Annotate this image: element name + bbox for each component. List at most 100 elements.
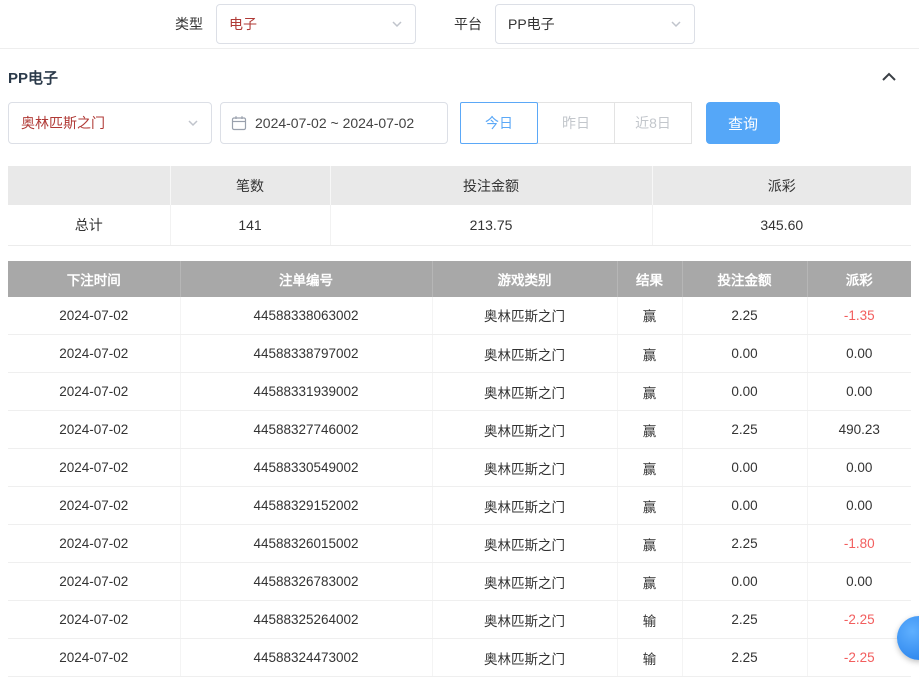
game-select-value: 奥林匹斯之门 bbox=[21, 113, 105, 133]
last-8-days-button[interactable]: 近8日 bbox=[614, 102, 692, 144]
platform-select[interactable]: PP电子 bbox=[495, 4, 695, 44]
bet-id-cell: 44588326783002 bbox=[180, 563, 432, 601]
game-select[interactable]: 奥林匹斯之门 bbox=[8, 102, 212, 144]
table-row: 2024-07-0244588329152002奥林匹斯之门赢0.000.00 bbox=[8, 487, 911, 525]
detail-table-body: 2024-07-0244588338063002奥林匹斯之门赢2.25-1.35… bbox=[8, 297, 911, 677]
payout-cell: -1.80 bbox=[807, 525, 911, 563]
payout-cell: 0.00 bbox=[807, 563, 911, 601]
table-row: 2024-07-0244588324473002奥林匹斯之门输2.25-2.25 bbox=[8, 639, 911, 677]
bet-id-cell: 44588331939002 bbox=[180, 373, 432, 411]
bet-time-cell: 2024-07-02 bbox=[8, 411, 180, 449]
bet-id-cell: 44588338063002 bbox=[180, 297, 432, 335]
header-payout: 派彩 bbox=[807, 261, 911, 297]
summary-total-bet-amount: 213.75 bbox=[330, 205, 652, 245]
game-type-cell: 奥林匹斯之门 bbox=[432, 297, 617, 335]
date-range-input[interactable]: 2024-07-02 ~ 2024-07-02 bbox=[220, 102, 448, 144]
type-label: 类型 bbox=[175, 14, 203, 34]
table-row: 2024-07-0244588338797002奥林匹斯之门赢0.000.00 bbox=[8, 335, 911, 373]
bet-amount-cell: 0.00 bbox=[682, 563, 807, 601]
table-row: 2024-07-0244588326783002奥林匹斯之门赢0.000.00 bbox=[8, 563, 911, 601]
bet-amount-cell: 2.25 bbox=[682, 601, 807, 639]
payout-cell: 0.00 bbox=[807, 449, 911, 487]
table-row: 2024-07-0244588327746002奥林匹斯之门赢2.25490.2… bbox=[8, 411, 911, 449]
platform-select-value: PP电子 bbox=[508, 14, 555, 34]
bet-id-cell: 44588324473002 bbox=[180, 639, 432, 677]
bet-id-cell: 44588330549002 bbox=[180, 449, 432, 487]
bet-id-cell: 44588326015002 bbox=[180, 525, 432, 563]
result-cell: 赢 bbox=[617, 563, 682, 601]
platform-label: 平台 bbox=[454, 14, 482, 34]
result-cell: 赢 bbox=[617, 449, 682, 487]
payout-cell: -1.35 bbox=[807, 297, 911, 335]
search-button[interactable]: 查询 bbox=[706, 102, 780, 144]
payout-cell: -2.25 bbox=[807, 601, 911, 639]
bet-amount-cell: 2.25 bbox=[682, 525, 807, 563]
type-select[interactable]: 电子 bbox=[216, 4, 416, 44]
bet-amount-cell: 0.00 bbox=[682, 335, 807, 373]
detail-table: 下注时间 注单编号 游戏类别 结果 投注金额 派彩 2024-07-024458… bbox=[8, 261, 911, 678]
date-range-value: 2024-07-02 ~ 2024-07-02 bbox=[255, 115, 414, 131]
game-type-cell: 奥林匹斯之门 bbox=[432, 335, 617, 373]
top-filter-bar: 类型 电子 平台 PP电子 bbox=[0, 0, 919, 49]
game-type-cell: 奥林匹斯之门 bbox=[432, 601, 617, 639]
bet-time-cell: 2024-07-02 bbox=[8, 297, 180, 335]
section-title: PP电子 bbox=[8, 67, 58, 88]
bet-amount-cell: 0.00 bbox=[682, 487, 807, 525]
chevron-down-icon bbox=[187, 117, 199, 129]
payout-cell: -2.25 bbox=[807, 639, 911, 677]
summary-total-row: 总计 141 213.75 345.60 bbox=[8, 205, 911, 245]
bet-time-cell: 2024-07-02 bbox=[8, 335, 180, 373]
header-bet-id: 注单编号 bbox=[180, 261, 432, 297]
result-cell: 赢 bbox=[617, 335, 682, 373]
result-cell: 赢 bbox=[617, 373, 682, 411]
header-bet-time: 下注时间 bbox=[8, 261, 180, 297]
summary-table: 笔数 投注金额 派彩 总计 141 213.75 345.60 bbox=[8, 166, 911, 246]
header-bet-amount: 投注金额 bbox=[682, 261, 807, 297]
bet-time-cell: 2024-07-02 bbox=[8, 525, 180, 563]
result-cell: 输 bbox=[617, 601, 682, 639]
detail-header-row: 下注时间 注单编号 游戏类别 结果 投注金额 派彩 bbox=[8, 261, 911, 297]
game-type-cell: 奥林匹斯之门 bbox=[432, 563, 617, 601]
payout-cell: 0.00 bbox=[807, 487, 911, 525]
type-select-value: 电子 bbox=[229, 14, 257, 34]
table-row: 2024-07-0244588326015002奥林匹斯之门赢2.25-1.80 bbox=[8, 525, 911, 563]
summary-total-count: 141 bbox=[170, 205, 330, 245]
payout-cell: 490.23 bbox=[807, 411, 911, 449]
bet-amount-cell: 2.25 bbox=[682, 297, 807, 335]
bet-amount-cell: 2.25 bbox=[682, 639, 807, 677]
bet-amount-cell: 2.25 bbox=[682, 411, 807, 449]
bet-time-cell: 2024-07-02 bbox=[8, 639, 180, 677]
bet-time-cell: 2024-07-02 bbox=[8, 449, 180, 487]
game-type-cell: 奥林匹斯之门 bbox=[432, 449, 617, 487]
summary-header-payout: 派彩 bbox=[652, 166, 911, 205]
payout-cell: 0.00 bbox=[807, 335, 911, 373]
bet-time-cell: 2024-07-02 bbox=[8, 601, 180, 639]
table-row: 2024-07-0244588338063002奥林匹斯之门赢2.25-1.35 bbox=[8, 297, 911, 335]
summary-total-label: 总计 bbox=[8, 205, 170, 245]
game-type-cell: 奥林匹斯之门 bbox=[432, 373, 617, 411]
yesterday-button[interactable]: 昨日 bbox=[537, 102, 615, 144]
bet-id-cell: 44588329152002 bbox=[180, 487, 432, 525]
result-cell: 赢 bbox=[617, 411, 682, 449]
game-type-cell: 奥林匹斯之门 bbox=[432, 525, 617, 563]
header-result: 结果 bbox=[617, 261, 682, 297]
bet-amount-cell: 0.00 bbox=[682, 449, 807, 487]
calendar-icon bbox=[231, 115, 247, 131]
summary-total-payout: 345.60 bbox=[652, 205, 911, 245]
game-type-cell: 奥林匹斯之门 bbox=[432, 487, 617, 525]
bet-id-cell: 44588327746002 bbox=[180, 411, 432, 449]
bet-time-cell: 2024-07-02 bbox=[8, 487, 180, 525]
table-row: 2024-07-0244588331939002奥林匹斯之门赢0.000.00 bbox=[8, 373, 911, 411]
today-button[interactable]: 今日 bbox=[460, 102, 538, 144]
chevron-up-icon[interactable] bbox=[881, 71, 897, 83]
quick-date-button-group: 今日 昨日 近8日 bbox=[460, 102, 692, 144]
summary-header-row: 笔数 投注金额 派彩 bbox=[8, 166, 911, 205]
query-bar: 奥林匹斯之门 2024-07-02 ~ 2024-07-02 今日 昨日 近8日… bbox=[8, 102, 919, 144]
payout-cell: 0.00 bbox=[807, 373, 911, 411]
summary-header-blank bbox=[8, 166, 170, 205]
bet-amount-cell: 0.00 bbox=[682, 373, 807, 411]
table-row: 2024-07-0244588330549002奥林匹斯之门赢0.000.00 bbox=[8, 449, 911, 487]
chevron-down-icon bbox=[670, 18, 682, 30]
header-game-type: 游戏类别 bbox=[432, 261, 617, 297]
section-header: PP电子 bbox=[8, 62, 911, 92]
